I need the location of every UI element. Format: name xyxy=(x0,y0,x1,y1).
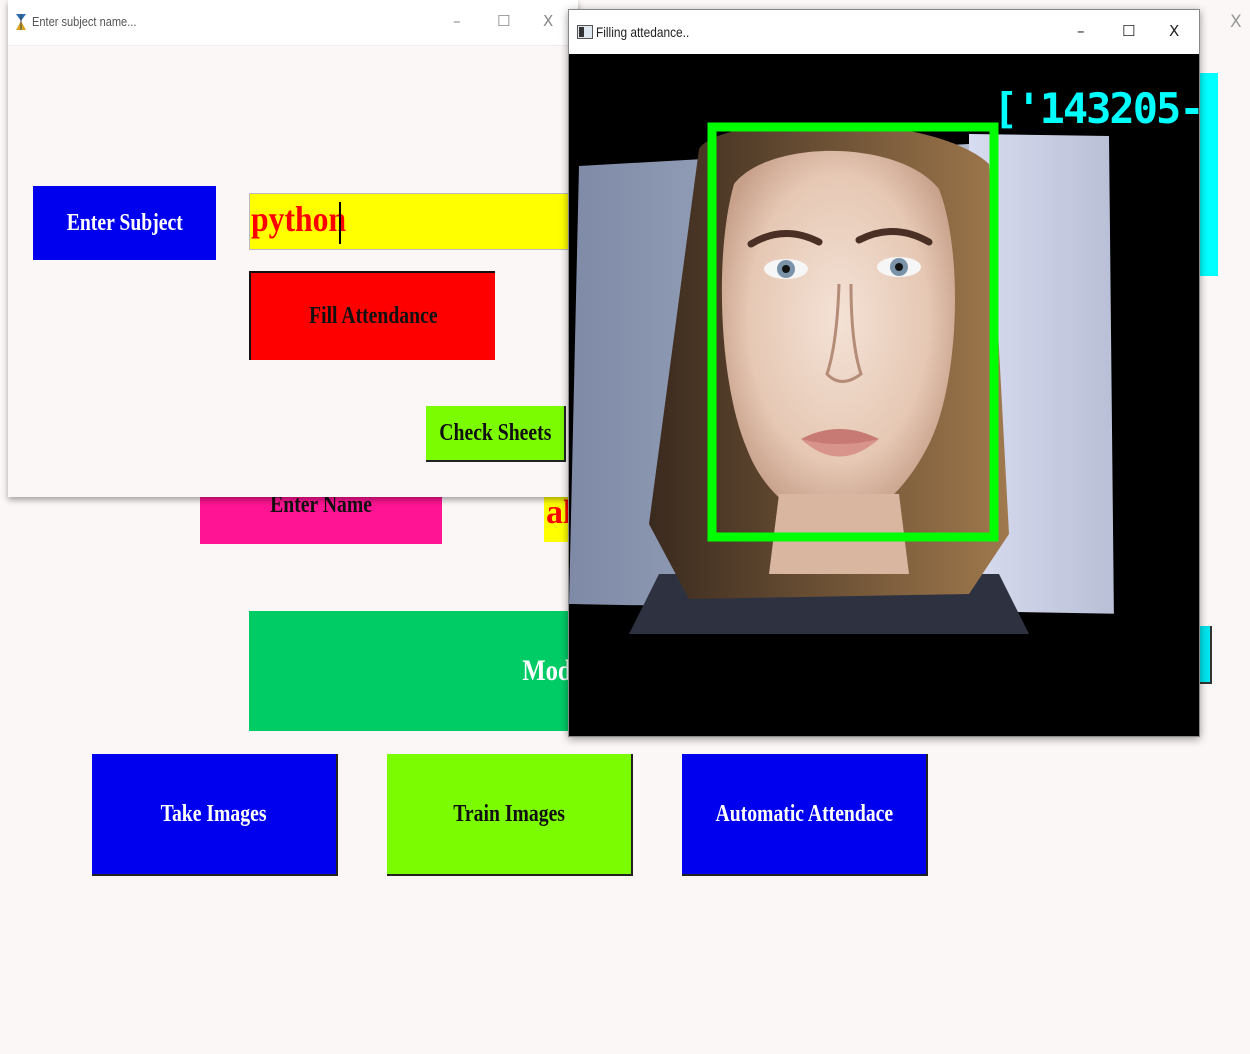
take-images-button[interactable]: Take Images xyxy=(92,754,338,876)
camera-minimize-button[interactable]: – xyxy=(1077,22,1085,40)
feather-icon xyxy=(14,12,28,32)
window-app-icon xyxy=(577,25,593,39)
subject-maximize-button[interactable]: ☐ xyxy=(497,12,510,30)
camera-window: Filling attedance.. – ☐ X ['143205 xyxy=(568,9,1200,737)
mode-banner: Mod xyxy=(249,611,579,731)
camera-close-button[interactable]: X xyxy=(1169,22,1179,40)
recognized-id-label: ['143205-ab xyxy=(993,84,1199,133)
subject-minimize-button[interactable]: – xyxy=(453,12,461,30)
text-cursor xyxy=(339,202,341,244)
camera-feed: ['143205-ab xyxy=(569,54,1199,736)
train-images-button[interactable]: Train Images xyxy=(387,754,633,876)
subject-close-button[interactable]: X xyxy=(543,12,553,30)
enter-name-label: Enter Name xyxy=(200,490,442,544)
subject-input[interactable]: python xyxy=(249,193,578,250)
camera-window-title: Filling attedance.. xyxy=(596,24,690,40)
subject-titlebar: Enter subject name... – ☐ X xyxy=(8,0,578,46)
subject-window: Enter subject name... – ☐ X Enter Subjec… xyxy=(8,0,578,497)
automatic-attendance-button[interactable]: Automatic Attendace xyxy=(682,754,928,876)
camera-maximize-button[interactable]: ☐ xyxy=(1122,22,1135,40)
enter-subject-label: Enter Subject xyxy=(33,186,216,260)
subject-window-title: Enter subject name... xyxy=(32,14,137,29)
camera-titlebar: Filling attedance.. – ☐ X xyxy=(569,10,1199,54)
main-close-button[interactable]: X xyxy=(1230,12,1242,32)
check-sheets-button[interactable]: Check Sheets xyxy=(426,406,566,462)
fill-attendance-button[interactable]: Fill Attendance xyxy=(249,271,495,360)
